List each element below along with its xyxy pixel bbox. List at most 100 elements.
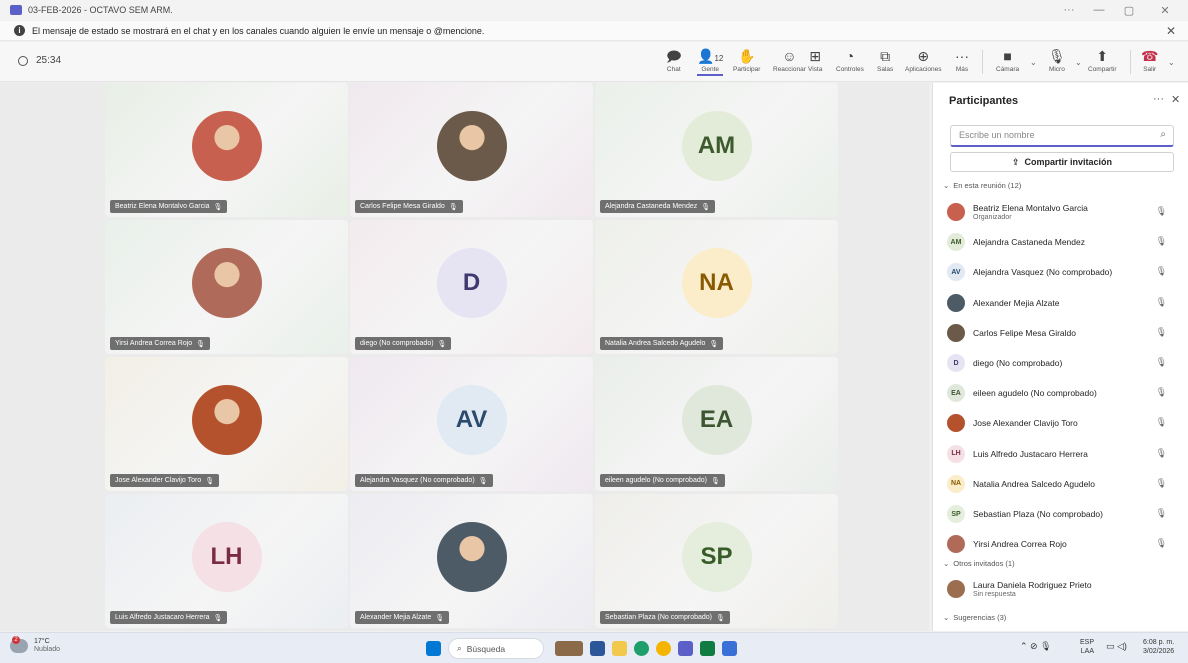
video-tile[interactable]: AM Alejandra Castaneda Mendez 🎙 [595, 83, 838, 217]
video-tile[interactable]: SP Sebastian Plaza (No comprobado) 🎙 [595, 494, 838, 628]
participant-nametag: Jose Alexander Clavijo Toro 🎙 [110, 474, 220, 487]
controls-button[interactable]: ◔ Controles [836, 46, 864, 73]
participant-name: Alejandra Castaneda Mendez [605, 203, 698, 210]
start-icon[interactable] [426, 641, 441, 656]
file-explorer-icon[interactable] [612, 641, 627, 656]
react-button[interactable]: ☺ Reaccionar [773, 46, 806, 73]
people-button[interactable]: 👤12 Gente [697, 46, 724, 76]
avatar: AV [436, 384, 507, 455]
banner-text: El mensaje de estado se mostrará en el c… [32, 25, 485, 36]
participant-row[interactable]: Jose Alexander Clavijo Toro 🎙 [947, 410, 1179, 436]
more-button[interactable]: ··· Más [955, 46, 969, 73]
mic-off-icon: 🎙 [716, 614, 725, 622]
people-icon: 👤12 [697, 46, 723, 66]
section-invited[interactable]: ⌄ Otros invitados (1) [943, 559, 1015, 568]
mic-off-icon: 🎙 [1155, 538, 1167, 549]
share-invite-button[interactable]: ⇪ Compartir invitación [950, 152, 1174, 172]
mic-off-icon: 🎙 [1155, 447, 1167, 458]
chevron-down-icon: ⌄ [943, 613, 950, 622]
invited-participant-row[interactable]: Laura Daniela Rodriguez Prieto Sin respu… [947, 576, 1179, 602]
rooms-button[interactable]: ⧉ Salas [877, 46, 893, 73]
camera-chevron-icon[interactable]: ⌄ [1030, 58, 1037, 67]
notification-badge: 2 [12, 636, 20, 644]
clock[interactable]: 6:08 p. m. 3/02/2026 [1143, 638, 1174, 656]
avatar: EA [947, 384, 965, 403]
raise-hand-button[interactable]: ✋ Participar [733, 46, 760, 73]
participant-name: Luis Alfredo Justacaro Herrera [973, 448, 1088, 459]
weather-widget[interactable]: 2 17°C Nublado [10, 636, 60, 654]
mic-button[interactable]: 🎙 Micro [1048, 46, 1066, 73]
video-tile[interactable]: Yirsi Andrea Correa Rojo 🎙 [105, 220, 348, 354]
camera-off-icon: ■ [1003, 48, 1012, 64]
search-icon: ⌕ [1160, 129, 1166, 140]
participant-name: Jose Alexander Clavijo Toro [973, 418, 1078, 429]
participant-name: Alejandra Vasquez (No comprobado) [360, 477, 475, 484]
tray-icons[interactable]: ⌃ ⊘ 🎙 [1020, 642, 1052, 651]
video-tile[interactable]: NA Natalia Andrea Salcedo Agudelo 🎙 [595, 220, 838, 354]
edge-icon[interactable] [634, 641, 649, 656]
participant-name: Alexander Mejia Alzate [360, 614, 432, 621]
banner-close-icon[interactable]: ✕ [1166, 24, 1176, 38]
video-tile[interactable]: Carlos Felipe Mesa Giraldo 🎙 [350, 83, 593, 217]
participant-row[interactable]: AV Alejandra Vasquez (No comprobado) 🎙 [947, 259, 1179, 285]
window-close-button[interactable]: ✕ [1150, 0, 1180, 20]
participant-row[interactable]: AM Alejandra Castaneda Mendez 🎙 [947, 229, 1179, 255]
video-tile[interactable]: Ddiego (No comprobado) 🎙 [350, 220, 593, 354]
task-view-icon[interactable] [590, 641, 605, 656]
section-in-meeting[interactable]: ⌄ En esta reunión (12) [943, 181, 1021, 190]
participant-name: Beatriz Elena Montalvo Garcia [973, 203, 1088, 213]
share-screen-button[interactable]: ⬆ Compartir [1088, 46, 1117, 73]
windows-taskbar: 2 17°C Nublado ⌕ Búsqueda ⌃ ⊘ 🎙 ESP LAA … [0, 632, 1188, 663]
mic-off-icon: 🎙 [1155, 417, 1167, 428]
taskbar-search[interactable]: ⌕ Búsqueda [448, 638, 544, 659]
rooms-icon: ⧉ [880, 48, 891, 64]
leave-button[interactable]: ☎ Salir [1141, 46, 1158, 73]
word-icon[interactable] [722, 641, 737, 656]
view-label: Vista [808, 66, 823, 73]
timer-value: 25:34 [36, 55, 62, 66]
mic-off-icon: 🎙 [478, 477, 488, 485]
section-suggestions[interactable]: ⌄ Sugerencias (3) [943, 613, 1006, 622]
window-minimize-button[interactable]: — [1084, 0, 1114, 20]
mic-off-icon: 🎙 [196, 340, 206, 348]
participant-row[interactable]: LH Luis Alfredo Justacaro Herrera 🎙 [947, 441, 1179, 467]
participant-row[interactable]: Alexander Mejia Alzate 🎙 [947, 290, 1179, 316]
participant-row[interactable]: NA Natalia Andrea Salcedo Agudelo 🎙 [947, 471, 1179, 497]
video-tile[interactable]: EA eileen agudelo (No comprobado) 🎙 [595, 357, 838, 491]
video-tile[interactable]: Beatriz Elena Montalvo Garcia 🎙 [105, 83, 348, 217]
participant-row[interactable]: EA eileen agudelo (No comprobado) 🎙 [947, 380, 1179, 406]
participant-name: diego (No comprobado) [973, 358, 1063, 368]
camera-button[interactable]: ■ Cámara [996, 46, 1019, 73]
video-tile[interactable]: AV Alejandra Vasquez (No comprobado) 🎙 [350, 357, 593, 491]
clock-time: 6:08 p. m. [1143, 639, 1175, 646]
language-indicator[interactable]: ESP LAA [1080, 638, 1094, 656]
network-volume-icon[interactable]: ▭ ◁) [1106, 642, 1127, 651]
window-maximize-button[interactable]: ▢ [1114, 0, 1144, 20]
window-more-button[interactable]: ··· [1054, 0, 1084, 20]
panel-more-icon[interactable]: ··· [1153, 93, 1164, 105]
participant-row[interactable]: Yirsi Andrea Correa Rojo 🎙 [947, 531, 1179, 557]
panel-close-icon[interactable]: ✕ [1171, 93, 1180, 106]
video-tile[interactable]: LH Luis Alfredo Justacaro Herrera 🎙 [105, 494, 348, 628]
participant-row[interactable]: SP Sebastian Plaza (No comprobado) 🎙 [947, 501, 1179, 527]
video-tile[interactable]: Jose Alexander Clavijo Toro 🎙 [105, 357, 348, 491]
video-tile[interactable]: Alexander Mejia Alzate 🎙 [350, 494, 593, 628]
avatar: AV [947, 263, 965, 282]
participant-name: Luis Alfredo Justacaro Herrera [115, 614, 210, 621]
excel-icon[interactable] [700, 641, 715, 656]
widget-app-icon[interactable] [555, 641, 583, 656]
apps-button[interactable]: ⊕ Aplicaciones [905, 46, 942, 73]
participant-row[interactable]: Ddiego (No comprobado) 🎙 [947, 350, 1179, 376]
teams-icon[interactable] [678, 641, 693, 656]
participant-nametag: eileen agudelo (No comprobado) 🎙 [600, 474, 725, 487]
participant-search-input[interactable]: Escribe un nombre ⌕ [950, 125, 1174, 147]
leave-chevron-icon[interactable]: ⌄ [1168, 58, 1175, 67]
chrome-icon[interactable] [656, 641, 671, 656]
chat-button[interactable]: 🗩 Chat [666, 46, 682, 73]
view-button[interactable]: ⊞ Vista [808, 46, 822, 73]
participant-row[interactable]: Carlos Felipe Mesa Giraldo 🎙 [947, 320, 1179, 346]
mic-chevron-icon[interactable]: ⌄ [1075, 58, 1082, 67]
share-label: Compartir [1088, 66, 1117, 73]
participant-row[interactable]: Beatriz Elena Montalvo Garcia Organizador… [947, 199, 1179, 225]
mic-off-icon: 🎙 [1155, 326, 1167, 337]
